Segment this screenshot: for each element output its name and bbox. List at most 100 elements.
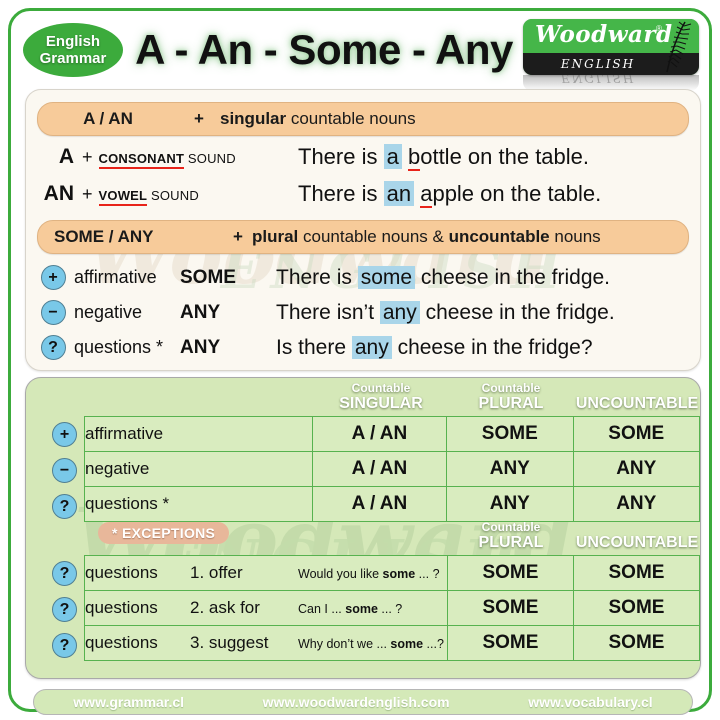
- cell-label-negative: negative: [84, 451, 313, 487]
- summary-table-panel: Woodward ENGLISH Countable SINGULAR Coun…: [25, 377, 701, 679]
- logo-reflection-text: ENGLISH: [560, 75, 636, 85]
- rule-a-sentence: There is a bottle on the table.: [298, 143, 590, 171]
- rule-an-sent-pre: There is: [298, 180, 384, 206]
- row-icon-negative: −: [52, 458, 77, 483]
- exc-cell-label-1: questions 1. offer Would you like some ...…: [84, 555, 448, 591]
- some-any-word-negative: ANY: [180, 301, 221, 323]
- question-icon: ?: [38, 335, 68, 360]
- rule-an-article: AN: [43, 181, 74, 205]
- cell-plural-affirmative: SOME: [446, 416, 574, 452]
- exc-example-2: Can I ... some ... ?: [298, 602, 403, 616]
- header: English Grammar A - An - Some - Any Wood…: [11, 11, 715, 91]
- some-any-type-negative: negative: [74, 302, 143, 322]
- cell-uncountable-negative: ANY: [572, 451, 700, 487]
- a-an-description: singular countable nouns: [220, 109, 416, 129]
- some-any-header-bar: SOME / ANY + plural countable nouns & un…: [37, 220, 689, 254]
- some-any-desc-mid: countable nouns &: [298, 227, 449, 246]
- some-any-desc-bold1: plural: [252, 227, 299, 246]
- exc-cell-label-2: questions 2. ask for Can I ... some ... ?: [84, 590, 448, 626]
- some-any-plus: +: [233, 227, 243, 246]
- english-grammar-badge: English Grammar: [23, 23, 123, 77]
- rule-a-sound-word: SOUND: [184, 150, 236, 166]
- rule-a-sent-post: ottle on the table.: [420, 143, 590, 169]
- a-an-desc-rest: countable nouns: [286, 109, 416, 128]
- exc-cell-uncountable-3: SOME: [572, 625, 700, 661]
- rule-a-left: A + CONSONANT SOUND: [26, 145, 298, 169]
- rule-an-left: AN + VOWEL SOUND: [26, 182, 298, 206]
- woodward-logo: Woodward ® ENGLISH: [523, 19, 699, 75]
- row-icon-affirmative: +: [52, 422, 77, 447]
- rule-a-sound: CONSONANT SOUND: [98, 150, 236, 169]
- some-any-label: SOME / ANY: [54, 227, 154, 246]
- grammar-poster: English Grammar A - An - Some - Any Wood…: [0, 0, 720, 720]
- exc-row-icon-2: ?: [52, 597, 77, 622]
- cell-singular-affirmative: A / AN: [311, 416, 448, 452]
- exceptions-column-headers: Countable PLURAL UNCOUNTABLE: [26, 520, 700, 555]
- plus-icon: +: [38, 265, 68, 290]
- highlight-any-q: any: [351, 335, 392, 359]
- poster-frame: English Grammar A - An - Some - Any Wood…: [8, 8, 715, 715]
- some-any-desc-end: nouns: [549, 227, 601, 246]
- cell-label-questions: questions *: [84, 486, 313, 522]
- footer-link-vocabulary[interactable]: www.vocabulary.cl: [528, 694, 653, 710]
- highlight-any-neg: any: [379, 300, 420, 324]
- rule-a-highlight: a: [383, 143, 402, 169]
- rule-an-plus: +: [82, 183, 93, 204]
- some-any-type-questions: questions *: [74, 337, 164, 357]
- a-an-header-bar: A / AN + singular countable nouns: [37, 102, 689, 136]
- some-any-sentence-questions: Is there any cheese in the fridge?: [276, 335, 593, 359]
- exc-example-1: Would you like some ... ?: [298, 567, 440, 581]
- footer-link-woodwardenglish[interactable]: www.woodwardenglish.com: [263, 694, 450, 710]
- exc-column-header-plural: Countable PLURAL: [478, 520, 544, 552]
- cell-singular-negative: A / AN: [311, 451, 448, 487]
- table-row: questions 3. suggest Why don’t we ... some…: [84, 625, 700, 661]
- table-row: questions * A / AN ANY ANY: [84, 486, 700, 522]
- rule-a-sent-pre: There is: [298, 143, 384, 169]
- exc-column-header-uncountable: UNCOUNTABLE: [575, 534, 699, 551]
- exceptions-grid: questions 1. offer Would you like some ...…: [84, 555, 700, 661]
- exc-cell-label-3: questions 3. suggest Why don’t we ... some…: [84, 625, 448, 661]
- a-an-plus: +: [194, 109, 204, 128]
- a-an-desc-bold: singular: [220, 109, 287, 128]
- rule-an-red-letter: a: [420, 180, 433, 208]
- exc-example-3: Why don’t we ... some ...?: [298, 637, 444, 651]
- some-any-type-affirmative: affirmative: [74, 267, 157, 287]
- footer-links: www.grammar.cl www.woodwardenglish.com w…: [33, 689, 693, 715]
- minus-icon: −: [38, 300, 68, 325]
- exc-cell-plural-1: SOME: [446, 555, 574, 591]
- main-grid: affirmative A / AN SOME SOME negative A …: [84, 416, 700, 522]
- rule-an-sound-type: VOWEL: [98, 187, 148, 206]
- a-an-label: A / AN: [83, 109, 133, 128]
- cell-plural-negative: ANY: [446, 451, 574, 487]
- some-any-row-negative: − negative ANY There isn’t any cheese in…: [26, 295, 700, 330]
- exc-row-icon-3: ?: [52, 633, 77, 658]
- cell-plural-questions: ANY: [446, 486, 574, 522]
- rule-row-a: A + CONSONANT SOUND There is a bottle on…: [26, 140, 700, 173]
- table-row: affirmative A / AN SOME SOME: [84, 416, 700, 452]
- some-any-row-affirmative: + affirmative SOME There is some cheese …: [26, 260, 700, 295]
- column-header-plural: Countable PLURAL: [478, 381, 544, 413]
- exc-cell-uncountable-1: SOME: [572, 555, 700, 591]
- exc-cell-plural-2: SOME: [446, 590, 574, 626]
- some-any-description: plural countable nouns & uncountable nou…: [252, 227, 601, 247]
- table-row: questions 2. ask for Can I ... some ... ? …: [84, 590, 700, 626]
- rule-a-red-letter: b: [407, 143, 421, 171]
- rules-panel: Woodward ENGLISH A / AN + singular count…: [25, 89, 701, 371]
- cell-singular-questions: A / AN: [311, 486, 448, 522]
- cell-label-affirmative: affirmative: [84, 416, 313, 452]
- exc-cell-plural-3: SOME: [446, 625, 574, 661]
- exc-cell-uncountable-2: SOME: [572, 590, 700, 626]
- column-header-uncountable: UNCOUNTABLE: [575, 395, 699, 412]
- some-any-row-questions: ? questions * ANY Is there any cheese in…: [26, 330, 700, 365]
- exc-row-icon-1: ?: [52, 561, 77, 586]
- footer-link-grammar[interactable]: www.grammar.cl: [73, 694, 184, 710]
- rule-a-sound-type: CONSONANT: [98, 150, 185, 169]
- some-any-word-affirmative: SOME: [180, 266, 236, 288]
- fern-icon: [666, 21, 692, 73]
- rule-row-an: AN + VOWEL SOUND There is an apple on th…: [26, 177, 700, 210]
- column-header-singular: Countable SINGULAR: [339, 381, 423, 413]
- rule-an-sound: VOWEL SOUND: [98, 187, 199, 206]
- rule-a-article: A: [58, 144, 74, 168]
- rule-an-sound-word: SOUND: [147, 187, 199, 203]
- some-any-desc-bold2: uncountable: [448, 227, 550, 246]
